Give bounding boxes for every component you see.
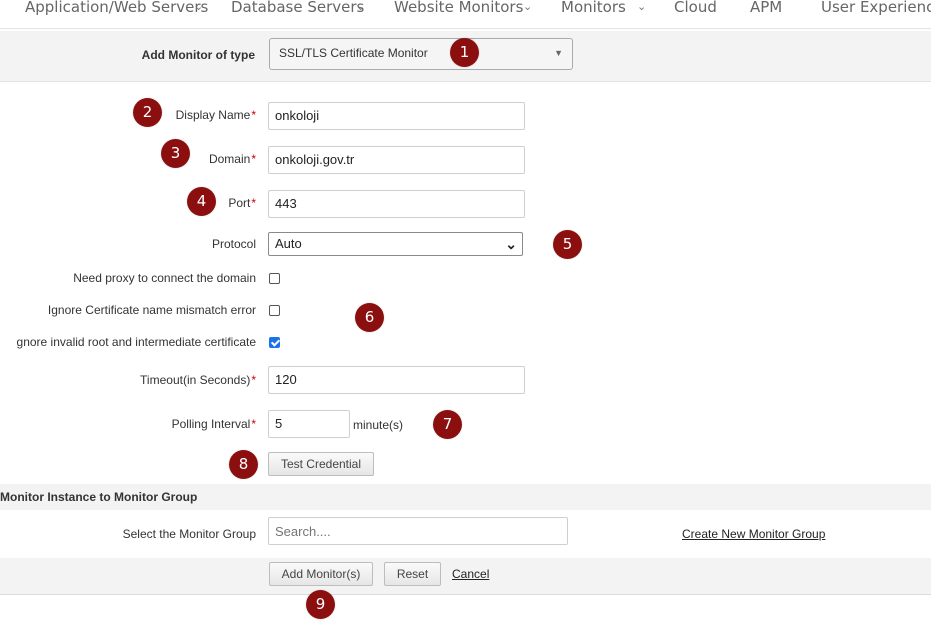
timeout-label-text: Timeout(in Seconds) [140, 373, 251, 387]
chevron-down-icon[interactable]: ⌄ [194, 0, 203, 13]
timeout-input[interactable]: 120 [268, 366, 525, 394]
required-mark: * [251, 108, 256, 122]
chevron-down-icon: ⌄ [505, 236, 517, 252]
annotation-badge-4: 4 [187, 187, 216, 216]
required-mark: * [251, 373, 256, 387]
monitor-type-value: SSL/TLS Certificate Monitor [279, 46, 428, 60]
annotation-badge-2: 2 [133, 98, 162, 127]
protocol-select[interactable]: Auto ⌄ [268, 232, 523, 256]
create-monitor-group-link[interactable]: Create New Monitor Group [682, 527, 825, 541]
domain-label-text: Domain [208, 152, 251, 166]
top-navigation: Application/Web Servers ⌄ Database Serve… [0, 0, 931, 29]
annotation-badge-1: 1 [450, 38, 479, 67]
proxy-checkbox[interactable] [269, 273, 280, 284]
cancel-link[interactable]: Cancel [452, 567, 489, 581]
monitor-type-label: Add Monitor of type [141, 48, 255, 62]
port-input[interactable]: 443 [268, 190, 525, 218]
select-monitor-group-label: Select the Monitor Group [122, 527, 256, 541]
nav-user-experience[interactable]: User Experience [821, 0, 931, 16]
nav-monitors[interactable]: Monitors [561, 0, 626, 16]
nav-website-monitors[interactable]: Website Monitors [394, 0, 523, 16]
add-monitor-button[interactable]: Add Monitor(s) [269, 562, 373, 586]
annotation-badge-9: 9 [306, 590, 335, 619]
chevron-down-icon[interactable]: ⌄ [637, 0, 646, 13]
annotation-badge-7: 7 [433, 410, 462, 439]
required-mark: * [251, 196, 256, 210]
polling-interval-input[interactable]: 5 [268, 410, 350, 438]
test-credential-button[interactable]: Test Credential [268, 452, 374, 476]
display-name-label-text: Display Name [175, 108, 251, 122]
monitor-type-select[interactable]: SSL/TLS Certificate Monitor ▼ [269, 38, 573, 70]
domain-input[interactable]: onkoloji.gov.tr [268, 146, 525, 174]
caret-down-icon: ▼ [554, 48, 563, 58]
polling-label: Polling Interval* [172, 417, 256, 431]
annotation-badge-3: 3 [161, 139, 190, 168]
required-mark: * [251, 152, 256, 166]
annotation-badge-8: 8 [229, 450, 258, 479]
proxy-label: Need proxy to connect the domain [73, 271, 256, 285]
port-label: Port* [228, 196, 256, 210]
nav-application-web-servers[interactable]: Application/Web Servers [25, 0, 208, 16]
ignore-mismatch-label: Ignore Certificate name mismatch error [47, 303, 256, 317]
ignore-invalid-label: gnore invalid root and intermediate cert… [16, 335, 256, 349]
timeout-label: Timeout(in Seconds)* [140, 373, 256, 387]
nav-database-servers[interactable]: Database Servers [231, 0, 364, 16]
polling-unit: minute(s) [353, 418, 404, 432]
protocol-label: Protocol [211, 237, 256, 251]
required-mark: * [251, 417, 256, 431]
polling-label-text: Polling Interval [171, 417, 251, 431]
domain-label: Domain* [209, 152, 256, 166]
chevron-down-icon[interactable]: ⌄ [356, 0, 365, 13]
display-name-input[interactable]: onkoloji [268, 102, 525, 130]
nav-apm[interactable]: APM [750, 0, 782, 16]
port-label-text: Port [228, 196, 251, 210]
nav-cloud[interactable]: Cloud [674, 0, 717, 16]
ignore-mismatch-checkbox[interactable] [269, 305, 280, 316]
display-name-label: Display Name* [176, 108, 256, 122]
annotation-badge-5: 5 [553, 230, 582, 259]
reset-button[interactable]: Reset [384, 562, 441, 586]
monitor-group-section-title: Monitor Instance to Monitor Group [0, 490, 198, 504]
monitor-group-search-input[interactable] [268, 517, 568, 545]
ignore-invalid-checkbox[interactable] [269, 337, 280, 348]
protocol-value: Auto [275, 236, 302, 251]
annotation-badge-6: 6 [355, 303, 384, 332]
chevron-down-icon[interactable]: ⌄ [523, 0, 532, 13]
